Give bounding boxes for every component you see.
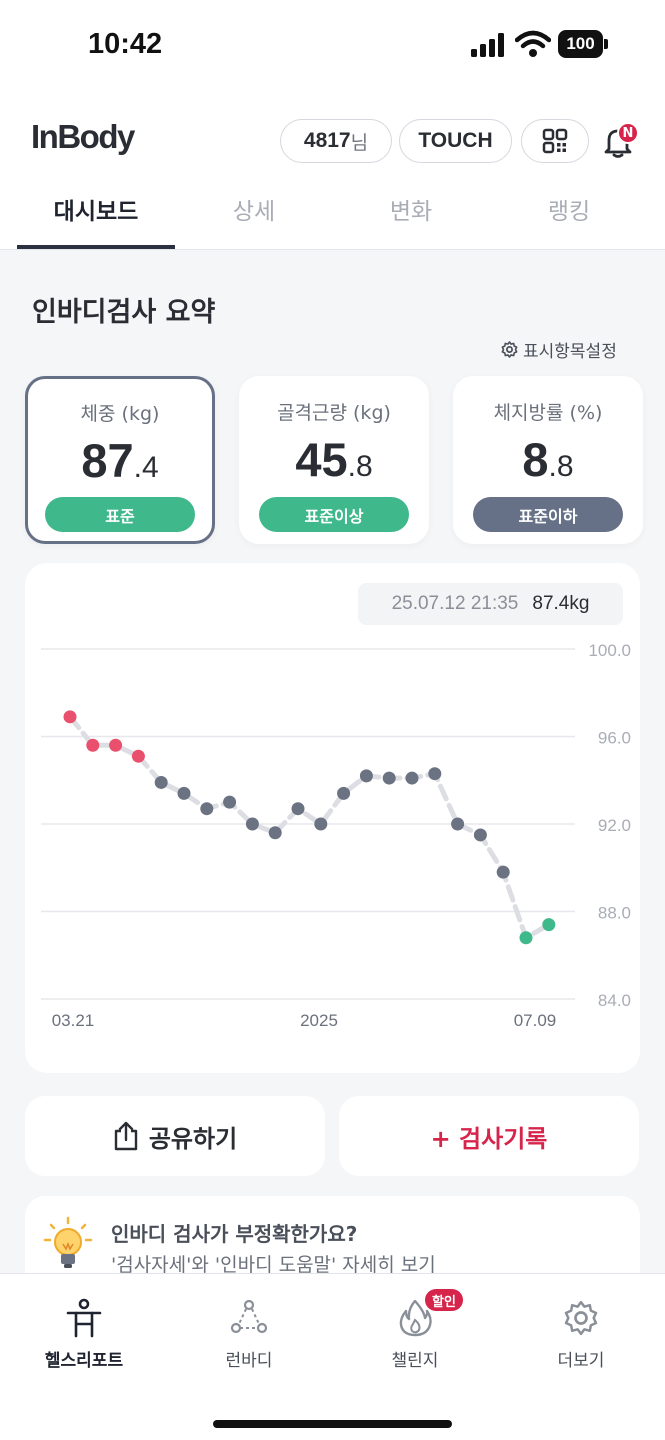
signal-icon — [471, 33, 504, 57]
discount-badge: 할인 — [425, 1289, 463, 1311]
tab-change[interactable]: 변화 — [332, 190, 490, 250]
data-point[interactable] — [542, 918, 556, 932]
data-point[interactable] — [382, 771, 396, 785]
user-suffix: 님 — [350, 132, 369, 154]
data-point[interactable] — [131, 749, 145, 763]
data-point[interactable] — [291, 802, 305, 816]
data-point[interactable] — [86, 738, 100, 752]
user-id: 4817 — [303, 129, 351, 152]
nav-label: 헬스리포트 — [44, 1351, 124, 1371]
x-tick-label: 07.09 — [514, 1011, 557, 1030]
data-point[interactable] — [451, 817, 465, 831]
tab-dashboard[interactable]: 대시보드 — [17, 190, 175, 250]
share-button[interactable]: 공유하기 — [25, 1096, 325, 1176]
nav-more[interactable]: 더보기 — [516, 1298, 646, 1371]
data-point[interactable] — [359, 769, 373, 783]
data-point[interactable] — [245, 817, 259, 831]
wifi-icon — [515, 30, 551, 57]
tooltip-date: 25.07.12 21:35 — [391, 593, 519, 614]
data-point[interactable] — [519, 931, 533, 945]
nav-runbody[interactable]: 런바디 — [184, 1298, 314, 1371]
add-record-button[interactable]: + 검사기록 — [339, 1096, 639, 1176]
metric-status-badge: 표준이상 — [259, 497, 409, 532]
data-point[interactable] — [314, 817, 328, 831]
metric-label: 체지방률 (%) — [493, 402, 603, 424]
lightbulb-icon — [43, 1216, 93, 1268]
share-icon — [114, 1121, 138, 1151]
data-point[interactable] — [337, 786, 351, 800]
metric-value: 45.8 — [295, 433, 373, 486]
tip-title: 인바디 검사가 부정확한가요? — [111, 1222, 358, 1246]
user-id-button[interactable]: 4817 님 — [280, 119, 392, 163]
app-header: InBody 4817 님 TOUCH 대시보드 상세 변화 랭킹 — [0, 92, 665, 250]
summary-title: 인바디검사 요약 — [32, 297, 216, 328]
data-point[interactable] — [268, 826, 282, 840]
weight-line-chart[interactable]: 100.0 96.0 92.0 88.0 84.0 03.21 2025 07.09 — [25, 563, 640, 1073]
display-settings-button[interactable]: 표시항목설정 — [500, 337, 617, 362]
y-tick-label: 92.0 — [598, 816, 631, 835]
metric-label: 체중 (kg) — [80, 403, 160, 425]
x-tick-label: 03.21 — [52, 1011, 95, 1030]
nav-label: 더보기 — [557, 1351, 605, 1371]
battery-icon: 100 — [558, 30, 608, 58]
gear-icon — [564, 1300, 598, 1336]
nav-health-report[interactable]: 헬스리포트 — [19, 1298, 149, 1371]
tab-bar: 대시보드 상세 변화 랭킹 — [0, 190, 665, 250]
data-point[interactable] — [63, 710, 77, 724]
gear-icon — [501, 341, 518, 358]
nav-label: 챌린지 — [391, 1351, 439, 1371]
qr-icon — [542, 128, 568, 154]
metric-value: 8.8 — [522, 433, 574, 486]
status-time: 10:42 — [88, 28, 163, 60]
data-point[interactable] — [109, 738, 123, 752]
data-point[interactable] — [154, 775, 168, 789]
data-point[interactable] — [428, 767, 442, 781]
metric-status-badge: 표준 — [45, 497, 195, 532]
inbody-logo: InBody — [31, 118, 135, 155]
data-point[interactable] — [405, 771, 419, 785]
notification-badge: N — [617, 122, 639, 144]
series-line — [67, 714, 552, 941]
y-tick-label: 100.0 — [588, 641, 631, 660]
metric-card-bodyfat[interactable]: 체지방률 (%) 8.8 표준이하 — [453, 376, 643, 544]
home-indicator — [213, 1420, 452, 1428]
data-point[interactable] — [473, 828, 487, 842]
x-tick-label: 2025 — [300, 1011, 338, 1030]
data-point[interactable] — [496, 865, 510, 879]
data-point[interactable] — [177, 786, 191, 800]
metric-card-weight[interactable]: 체중 (kg) 87.4 표준 — [25, 376, 215, 544]
display-settings-label: 표시항목설정 — [523, 342, 617, 362]
tab-detail[interactable]: 상세 — [175, 190, 333, 250]
battery-level: 100 — [558, 30, 603, 58]
qr-button[interactable] — [521, 119, 589, 163]
share-label: 공유하기 — [148, 1124, 238, 1153]
y-tick-label: 96.0 — [598, 729, 631, 748]
tooltip-value: 87.4kg — [532, 593, 590, 614]
nav-label: 런바디 — [225, 1351, 273, 1371]
data-point[interactable] — [223, 795, 237, 809]
y-tick-label: 84.0 — [598, 991, 631, 1010]
tab-ranking[interactable]: 랭킹 — [490, 190, 648, 250]
metric-card-muscle[interactable]: 골격근량 (kg) 45.8 표준이상 — [239, 376, 429, 544]
weight-chart-card: 100.0 96.0 92.0 88.0 84.0 03.21 2025 07.09 25.0… — [25, 563, 640, 1073]
active-tab-indicator — [17, 245, 175, 249]
runbody-icon — [230, 1299, 268, 1334]
y-tick-label: 88.0 — [598, 904, 631, 923]
status-bar: 10:42 100 — [0, 0, 665, 92]
metric-value: 87.4 — [81, 434, 159, 487]
bottom-nav: 헬스리포트 런바디 챌린지 할인 더보기 — [0, 1273, 665, 1440]
chart-tooltip: 25.07.12 21:35 87.4kg — [358, 583, 623, 625]
touch-button[interactable]: TOUCH — [399, 119, 512, 163]
person-icon — [66, 1298, 102, 1338]
metric-status-badge: 표준이하 — [473, 497, 623, 532]
data-point[interactable] — [200, 802, 214, 816]
metric-label: 골격근량 (kg) — [277, 402, 391, 424]
nav-challenge[interactable]: 챌린지 — [350, 1298, 480, 1371]
